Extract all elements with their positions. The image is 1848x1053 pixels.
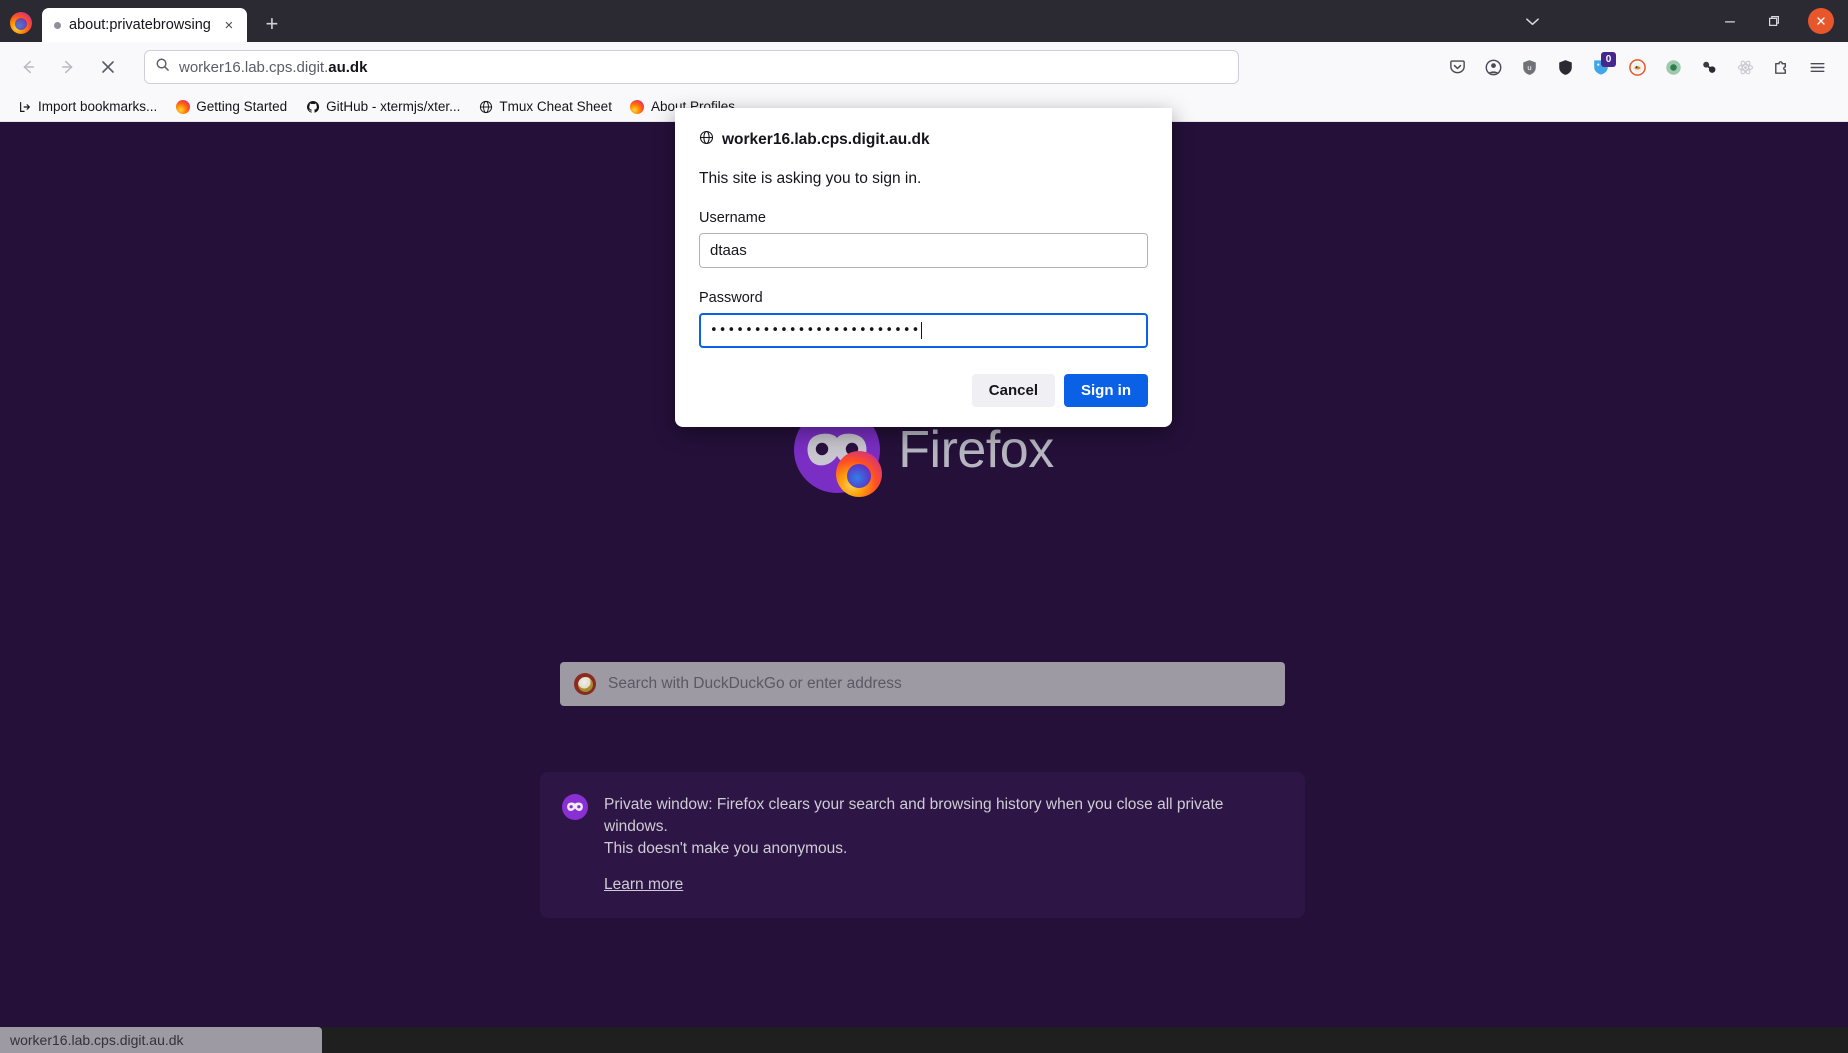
import-icon [17,99,32,114]
info-line-2: This doesn't make you anonymous. [604,840,848,857]
info-line-1: Private window: Firefox clears your sear… [604,796,1224,835]
stop-loading-button[interactable] [90,50,126,84]
username-input[interactable] [699,233,1148,268]
bookmark-import-bookmarks[interactable]: Import bookmarks... [10,96,164,117]
bookmark-getting-started[interactable]: Getting Started [168,96,294,117]
private-search-input[interactable]: Search with DuckDuckGo or enter address [560,662,1285,706]
dialog-host-row: worker16.lab.cps.digit.au.dk [699,130,1148,150]
extension-dark-icon[interactable] [1548,50,1582,84]
svg-text:u: u [1527,62,1532,71]
maximize-icon[interactable] [1754,2,1794,40]
search-icon [155,57,170,77]
password-group: Password •••••••••••••••••••••••• [699,290,1148,348]
bookmark-label: Import bookmarks... [38,99,158,114]
bookmark-github-xtermjs[interactable]: GitHub - xtermjs/xter... [298,96,467,117]
bitwarden-badge-count: 0 [1601,52,1616,67]
bitwarden-icon[interactable]: 0 [1584,50,1618,84]
pocket-icon[interactable] [1440,50,1474,84]
back-button[interactable] [10,50,46,84]
toolbar-icon-group: u 0 [1440,50,1838,84]
duckduckgo-icon [574,673,596,695]
cancel-button[interactable]: Cancel [971,374,1055,407]
password-masked-value: •••••••••••••••••••••••• [710,323,921,338]
bookmark-label: Getting Started [196,99,288,114]
password-label: Password [699,290,763,306]
firefox-icon [630,99,645,114]
browser-window: about:privatebrowsing × + worker16.lab.c… [0,0,1848,1053]
info-text: Private window: Firefox clears your sear… [604,794,1279,894]
tab-about-privatebrowsing[interactable]: about:privatebrowsing × [42,8,247,42]
globe-icon [478,99,493,114]
learn-more-link[interactable]: Learn more [604,876,683,894]
window-controls [1512,0,1848,42]
url-bar[interactable]: worker16.lab.cps.digit.au.dk [144,50,1239,84]
status-bar: worker16.lab.cps.digit.au.dk [0,1027,322,1053]
tab-loading-indicator [54,21,61,29]
tab-title: about:privatebrowsing [69,17,211,33]
globe-icon [699,130,714,150]
navigation-toolbar: worker16.lab.cps.digit.au.dk u 0 [0,42,1848,92]
bookmark-label: GitHub - xtermjs/xter... [326,99,461,114]
bookmark-label: Tmux Cheat Sheet [499,99,612,114]
tab-close-icon[interactable]: × [219,15,239,35]
username-label: Username [699,210,766,226]
account-icon[interactable] [1476,50,1510,84]
dialog-message: This site is asking you to sign in. [699,170,922,187]
tab-strip: about:privatebrowsing × [42,0,247,42]
github-icon [305,99,320,114]
dialog-actions: Cancel Sign in [699,374,1148,407]
sign-in-button[interactable]: Sign in [1064,374,1148,407]
private-mask-small-icon [562,794,588,820]
new-tab-button[interactable]: + [257,9,287,39]
text-caret [921,322,923,339]
firefox-logo-icon [10,12,32,34]
bookmark-tmux-cheat-sheet[interactable]: Tmux Cheat Sheet [471,96,619,117]
search-placeholder: Search with DuckDuckGo or enter address [608,675,902,692]
password-input[interactable]: •••••••••••••••••••••••• [699,313,1148,348]
url-text: worker16.lab.cps.digit.au.dk [179,58,368,76]
privacy-badger-icon[interactable] [1620,50,1654,84]
list-all-tabs-icon[interactable] [1512,2,1552,40]
username-group: Username [699,210,1148,268]
close-window-icon[interactable] [1808,8,1834,34]
minimize-icon[interactable] [1710,2,1750,40]
firefox-icon [175,99,190,114]
app-menu-icon[interactable] [1800,50,1834,84]
decentraleyes-icon[interactable] [1656,50,1690,84]
ublock-origin-icon[interactable]: u [1512,50,1546,84]
react-devtools-icon[interactable] [1728,50,1762,84]
forward-button[interactable] [50,50,86,84]
dialog-host-name: worker16.lab.cps.digit.au.dk [722,131,930,148]
status-url: worker16.lab.cps.digit.au.dk [10,1032,184,1048]
http-auth-dialog: worker16.lab.cps.digit.au.dk This site i… [675,108,1172,427]
molecule-extension-icon[interactable] [1692,50,1726,84]
tab-bar: about:privatebrowsing × + [0,0,1848,42]
firefox-wordmark: Firefox [898,421,1054,479]
private-browsing-info-panel: Private window: Firefox clears your sear… [540,772,1305,918]
extensions-puzzle-icon[interactable] [1764,50,1798,84]
